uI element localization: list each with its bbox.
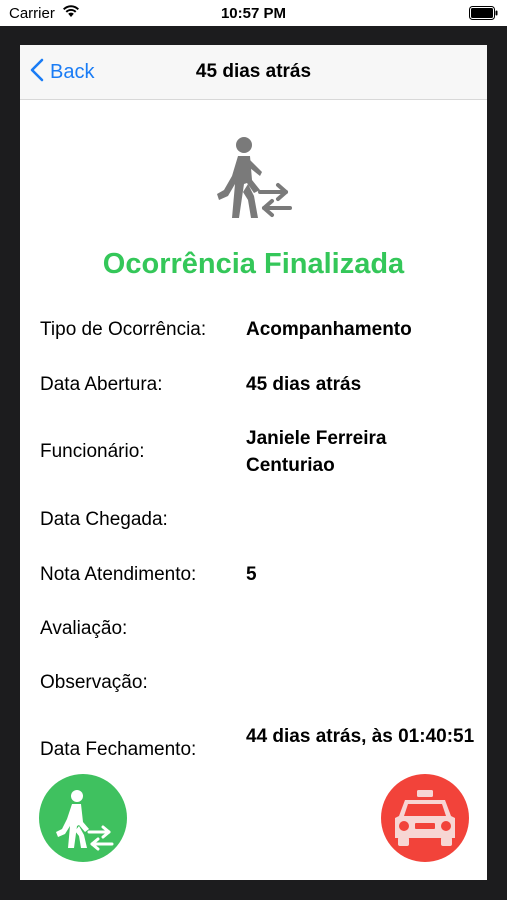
battery-icon (469, 6, 498, 20)
detail-value-funcionario: Janiele Ferreira Centuriao (246, 428, 387, 476)
detail-label-funcionario: Funcionário: (40, 441, 145, 462)
status-bar: Carrier 10:57 PM (0, 0, 507, 26)
detail-label-observacao: Observação: (40, 672, 148, 693)
detail-value-nota: 5 (246, 564, 257, 585)
detail-label-tipo: Tipo de Ocorrência: (40, 319, 207, 340)
taxi-icon (395, 790, 455, 846)
detail-label-avaliacao: Avaliação: (40, 618, 128, 639)
status-time: 10:57 PM (220, 5, 287, 22)
detail-label-fechamento: Data Fechamento: (40, 739, 197, 760)
detail-value-tipo: Acompanhamento (246, 319, 412, 340)
taxi-action-button[interactable] (381, 774, 469, 862)
detail-sheet: Back 45 dias atrás Ocorrência Finalizada… (20, 45, 487, 880)
detail-value-fechamento: 44 dias atrás, às 01:40:51 (246, 726, 475, 747)
navigation-bar: Back 45 dias atrás (20, 45, 487, 100)
transfer-action-button[interactable] (39, 774, 127, 862)
detail-value-abertura: 45 dias atrás (246, 374, 362, 395)
detail-label-chegada: Data Chegada: (40, 509, 168, 530)
page-title: 45 dias atrás (195, 61, 312, 82)
status-title: Ocorrência Finalizada (102, 248, 405, 280)
person-walking-transfer-icon (56, 790, 114, 851)
detail-label-abertura: Data Abertura: (40, 374, 163, 395)
detail-label-nota: Nota Atendimento: (40, 564, 197, 585)
person-walking-transfer-icon (214, 136, 294, 220)
